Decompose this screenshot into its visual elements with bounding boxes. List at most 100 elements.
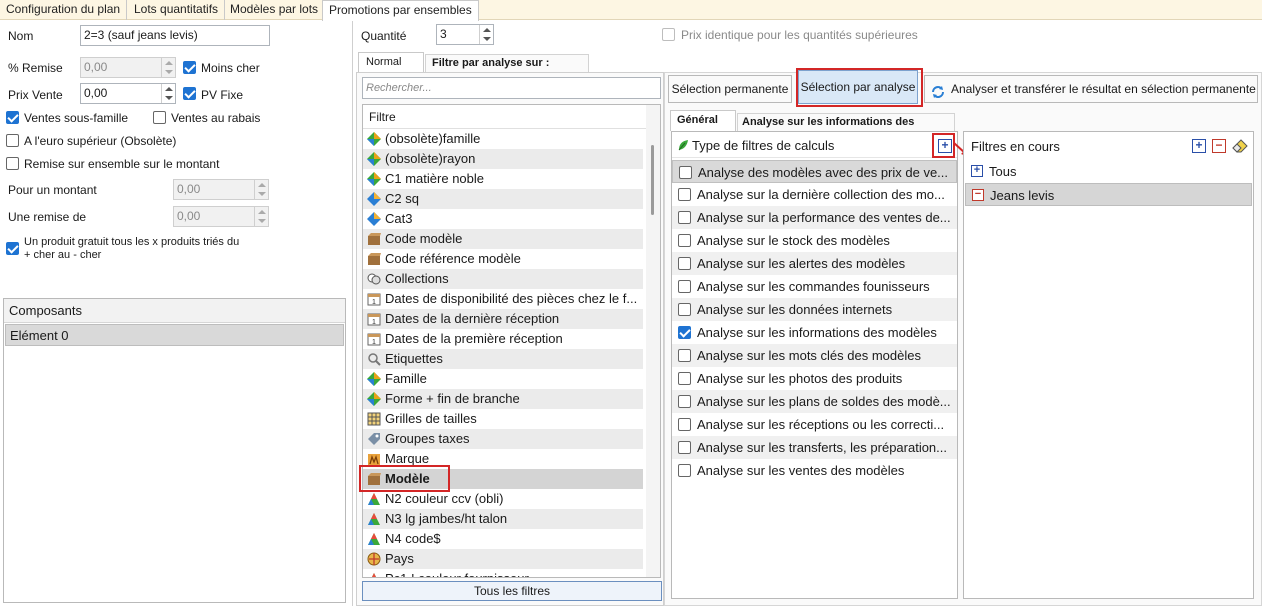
calc-filter-item[interactable]: Analyse des modèles avec des prix de ve.…	[672, 160, 957, 183]
filter-item[interactable]: N2 couleur ccv (obli)	[363, 489, 643, 509]
pv-fixe-checkbox[interactable]	[183, 87, 196, 100]
magnifier-icon	[367, 352, 381, 366]
quantite-label: Quantité	[361, 29, 407, 43]
search-input[interactable]: Rechercher...	[362, 77, 661, 99]
calc-filter-checkbox[interactable]	[678, 188, 691, 201]
ventes-sous-famille-checkbox[interactable]	[6, 111, 19, 124]
expand-all-icon[interactable]: +	[1192, 139, 1206, 153]
collapse-all-icon[interactable]: −	[1212, 139, 1226, 153]
selection-permanente-button[interactable]: Sélection permanente	[668, 75, 792, 103]
tab-lots-quantitatifs[interactable]: Lots quantitatifs	[128, 0, 226, 20]
calc-filter-item[interactable]: Analyse sur les réceptions ou les correc…	[672, 413, 957, 436]
calc-filter-checkbox[interactable]	[678, 280, 691, 293]
calc-filter-item[interactable]: Analyse sur le stock des modèles	[672, 229, 957, 252]
filter-item[interactable]: Cat3	[363, 209, 643, 229]
euro-superieur-checkbox[interactable]	[6, 134, 19, 147]
calc-filter-checkbox[interactable]	[678, 418, 691, 431]
prix-vente-input[interactable]: 0,00	[80, 83, 176, 104]
calc-filter-item[interactable]: Analyse sur les informations des modèles	[672, 321, 957, 344]
filter-item[interactable]: Code modèle	[363, 229, 643, 249]
calc-filter-checkbox[interactable]	[678, 303, 691, 316]
filter-item[interactable]: N4 code$	[363, 529, 643, 549]
filter-item[interactable]: Pc1 ! couleur fournisseur	[363, 569, 643, 577]
filter-item[interactable]: Code référence modèle	[363, 249, 643, 269]
prix-vente-spinner[interactable]	[161, 84, 175, 103]
filter-scrollbar[interactable]	[646, 105, 660, 577]
calc-filter-item[interactable]: Analyse sur les alertes des modèles	[672, 252, 957, 275]
calc-filter-item[interactable]: Analyse sur les commandes founisseurs	[672, 275, 957, 298]
analyser-transferer-button[interactable]: Analyser et transférer le résultat en sé…	[924, 75, 1258, 103]
calc-filter-checkbox[interactable]	[679, 166, 692, 179]
filter-item[interactable]: Forme + fin de branche	[363, 389, 643, 409]
remise-ensemble-checkbox[interactable]	[6, 157, 19, 170]
current-filter-item[interactable]: + Tous	[965, 160, 1252, 183]
tab-analyse-informations[interactable]: Analyse sur les informations des modèles	[737, 113, 955, 145]
filter-item[interactable]: 1 Dates de disponibilité des pièces chez …	[363, 289, 643, 309]
tab-filtre-par-analyse[interactable]: Filtre par analyse sur : Modèle	[425, 54, 589, 86]
une-remise-input[interactable]: 0,00	[173, 206, 269, 227]
une-remise-spinner[interactable]	[254, 207, 268, 226]
calc-filter-item[interactable]: Analyse sur les photos des produits	[672, 367, 957, 390]
filter-item[interactable]: Marque	[363, 449, 643, 469]
calc-filter-item[interactable]: Analyse sur les ventes des modèles	[672, 459, 957, 482]
tab-modeles-par-lots[interactable]: Modèles par lots	[224, 0, 326, 20]
refresh-icon	[931, 82, 945, 98]
pour-montant-spinner[interactable]	[254, 180, 268, 199]
tab-promotions-par-ensembles[interactable]: Promotions par ensembles	[322, 0, 479, 21]
composant-item[interactable]: Elément 0	[5, 324, 344, 346]
prix-identique-checkbox[interactable]	[662, 28, 675, 41]
quantite-spinner[interactable]	[479, 25, 493, 44]
calc-filter-item[interactable]: Analyse sur les mots clés des modèles	[672, 344, 957, 367]
tous-les-filtres-button[interactable]: Tous les filtres	[362, 581, 662, 601]
nom-input[interactable]: 2=3 (sauf jeans levis)	[80, 25, 270, 46]
tab-configuration-du-plan[interactable]: Configuration du plan	[0, 0, 128, 20]
calc-filter-item[interactable]: Analyse sur les transferts, les préparat…	[672, 436, 957, 459]
filter-item[interactable]: Grilles de tailles	[363, 409, 643, 429]
filter-item[interactable]: Modèle	[363, 469, 643, 489]
selection-par-analyse-button[interactable]: Sélection par analyse	[798, 70, 918, 104]
calc-filter-checkbox[interactable]	[678, 372, 691, 385]
filter-item[interactable]: Pays	[363, 549, 643, 569]
moins-cher-checkbox[interactable]	[183, 61, 196, 74]
calc-filter-checkbox[interactable]	[678, 326, 691, 339]
collapse-icon[interactable]: −	[972, 189, 984, 201]
remise-spinner[interactable]	[161, 58, 175, 77]
produit-gratuit-checkbox[interactable]	[6, 242, 19, 255]
add-filter-icon[interactable]: +	[938, 139, 952, 153]
calc-filter-checkbox[interactable]	[678, 349, 691, 362]
tab-general[interactable]: Général	[670, 110, 736, 131]
filter-item[interactable]: (obsolète)famille	[363, 129, 643, 149]
filter-column-header: Filtre	[363, 105, 646, 129]
calc-filter-checkbox[interactable]	[678, 257, 691, 270]
filter-item[interactable]: Etiquettes	[363, 349, 643, 369]
filter-item[interactable]: C2 sq	[363, 189, 643, 209]
filter-item[interactable]: C1 matière noble	[363, 169, 643, 189]
quantite-input[interactable]: 3	[436, 24, 494, 45]
calc-filter-checkbox[interactable]	[678, 441, 691, 454]
filter-item[interactable]: (obsolète)rayon	[363, 149, 643, 169]
calc-filter-checkbox[interactable]	[678, 211, 691, 224]
filter-item-label: Modèle	[385, 471, 430, 486]
calc-filter-item[interactable]: Analyse sur les données internets	[672, 298, 957, 321]
eraser-icon[interactable]	[1232, 139, 1248, 153]
pour-montant-input[interactable]: 0,00	[173, 179, 269, 200]
filter-item[interactable]: 1 Dates de la première réception	[363, 329, 643, 349]
calc-filter-checkbox[interactable]	[678, 464, 691, 477]
filter-item[interactable]: N3 lg jambes/ht talon	[363, 509, 643, 529]
ventes-rabais-checkbox[interactable]	[153, 111, 166, 124]
filter-item[interactable]: Groupes taxes	[363, 429, 643, 449]
filter-item[interactable]: Famille	[363, 369, 643, 389]
calc-filter-item[interactable]: Analyse sur les plans de soldes des modè…	[672, 390, 957, 413]
tab-normal[interactable]: Normal	[358, 52, 424, 73]
calc-filter-item[interactable]: Analyse sur la performance des ventes de…	[672, 206, 957, 229]
splitter[interactable]	[352, 21, 353, 606]
expand-icon[interactable]: +	[971, 165, 983, 177]
current-filter-item[interactable]: − Jeans levis	[965, 183, 1252, 206]
filter-scrollbar-thumb[interactable]	[651, 145, 654, 215]
remise-input[interactable]: 0,00	[80, 57, 176, 78]
calc-filter-checkbox[interactable]	[678, 395, 691, 408]
calc-filter-item[interactable]: Analyse sur la dernière collection des m…	[672, 183, 957, 206]
filter-item[interactable]: Collections	[363, 269, 643, 289]
filter-item[interactable]: 1 Dates de la dernière réception	[363, 309, 643, 329]
calc-filter-checkbox[interactable]	[678, 234, 691, 247]
